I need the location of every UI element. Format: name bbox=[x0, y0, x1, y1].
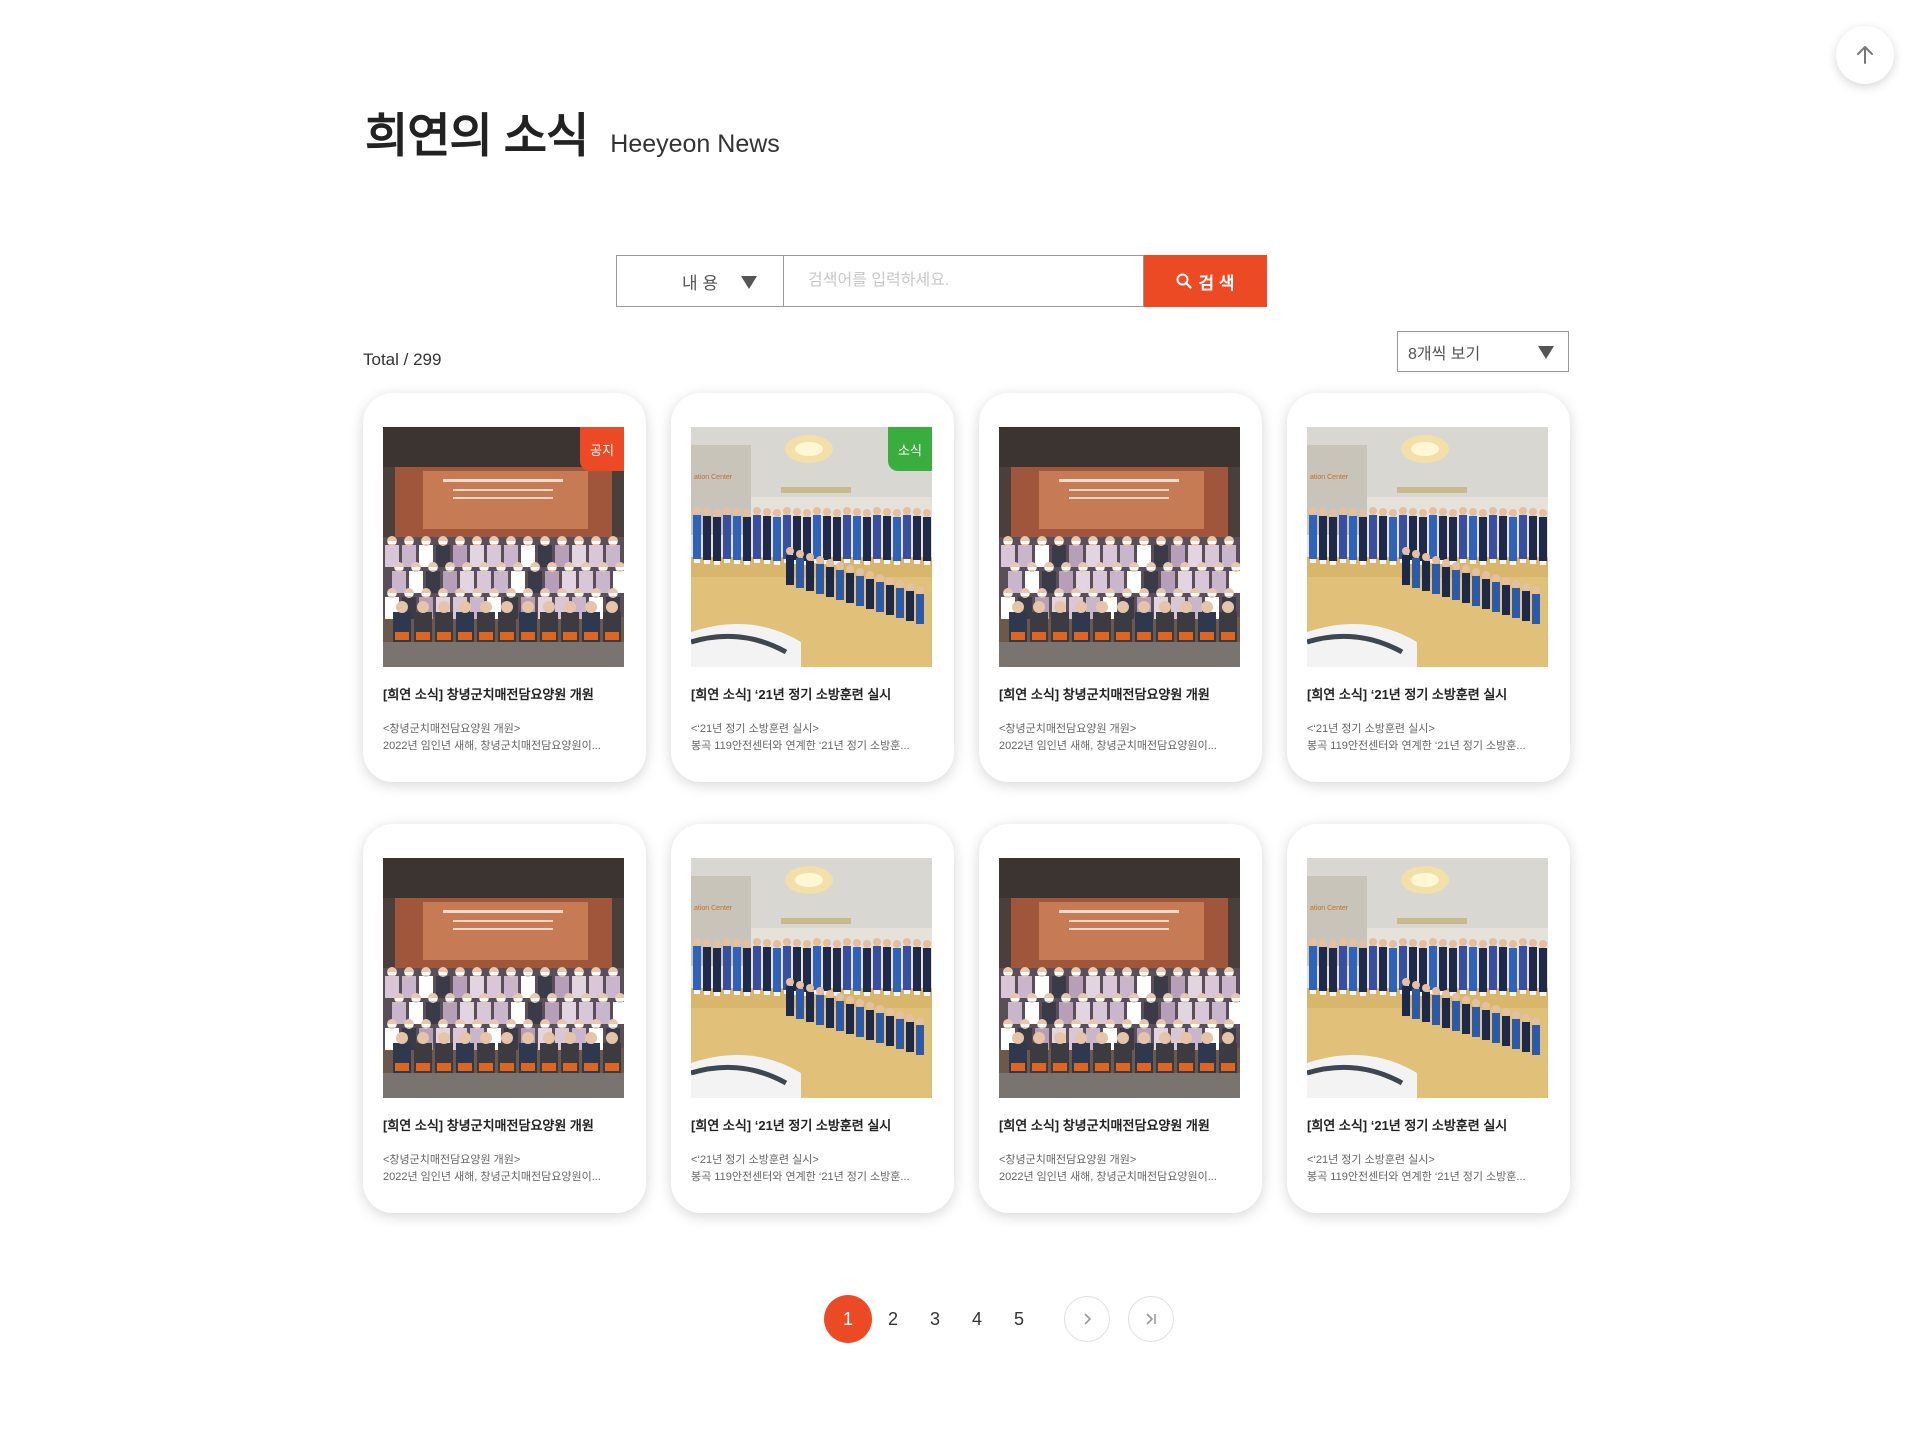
caret-down-icon bbox=[741, 276, 757, 289]
card-excerpt-line: <‘21년 정기 소방훈련 실시> bbox=[1307, 723, 1435, 735]
page-subtitle: Heeyeon News bbox=[610, 130, 780, 158]
page-number[interactable]: 5 bbox=[998, 1294, 1040, 1344]
card-photo bbox=[383, 858, 624, 1098]
search-button[interactable]: 검 색 bbox=[1144, 255, 1267, 307]
card-title: [희연 소식] ‘21년 정기 소방훈련 실시 bbox=[691, 687, 892, 702]
card-excerpt: <‘21년 정기 소방훈련 실시> 봉곡 119안전센터와 연계한 ‘21년 정기… bbox=[691, 1152, 934, 1186]
chevron-right-icon bbox=[1084, 1313, 1092, 1325]
card-title: [희연 소식] ‘21년 정기 소방훈련 실시 bbox=[1307, 1118, 1508, 1133]
card-excerpt-line: 2022년 임인년 새해, 창녕군치매전담요양원이... bbox=[999, 1171, 1217, 1183]
search-field-select[interactable]: 내 용 bbox=[616, 255, 783, 307]
search-field-label: 내 용 bbox=[681, 273, 718, 293]
news-card[interactable]: [희연 소식] 창녕군치매전담요양원 개원 <창녕군치매전담요양원 개원> 2022… bbox=[363, 824, 646, 1213]
card-excerpt-line: <창녕군치매전담요양원 개원> bbox=[999, 1154, 1137, 1166]
page-number[interactable]: 4 bbox=[956, 1294, 998, 1344]
card-thumbnail: ation Center bbox=[1307, 427, 1548, 667]
last-page-icon bbox=[1146, 1313, 1156, 1325]
card-excerpt-line: 2022년 임인년 새해, 창녕군치매전담요양원이... bbox=[383, 740, 601, 752]
pagination: 12345 bbox=[824, 1294, 1174, 1344]
last-page-button[interactable] bbox=[1128, 1296, 1174, 1342]
card-excerpt: <‘21년 정기 소방훈련 실시> 봉곡 119안전센터와 연계한 ‘21년 정기… bbox=[1307, 721, 1550, 755]
search-button-label: 검 색 bbox=[1198, 273, 1235, 293]
card-excerpt: <창녕군치매전담요양원 개원> 2022년 임인년 새해, 창녕군치매전담요양원이… bbox=[383, 1152, 626, 1186]
search-bar: 내 용 검 색 bbox=[616, 255, 1267, 307]
arrow-up-icon bbox=[1857, 46, 1873, 64]
svg-text:ation Center: ation Center bbox=[1310, 474, 1349, 481]
card-photo: ation Center bbox=[1307, 858, 1548, 1098]
page-number[interactable]: 3 bbox=[914, 1294, 956, 1344]
card-excerpt-line: <창녕군치매전담요양원 개원> bbox=[383, 723, 521, 735]
card-title: [희연 소식] 창녕군치매전담요양원 개원 bbox=[383, 1118, 594, 1133]
notice-badge: 공지 bbox=[580, 427, 624, 471]
card-photo bbox=[999, 858, 1240, 1098]
card-excerpt-line: <‘21년 정기 소방훈련 실시> bbox=[691, 1154, 819, 1166]
card-excerpt: <‘21년 정기 소방훈련 실시> 봉곡 119안전센터와 연계한 ‘21년 정기… bbox=[1307, 1152, 1550, 1186]
card-excerpt-line: 2022년 임인년 새해, 창녕군치매전담요양원이... bbox=[383, 1171, 601, 1183]
card-title: [희연 소식] ‘21년 정기 소방훈련 실시 bbox=[1307, 687, 1508, 702]
card-photo bbox=[999, 427, 1240, 667]
caret-down-icon bbox=[1538, 346, 1554, 359]
card-excerpt-line: <‘21년 정기 소방훈련 실시> bbox=[1307, 1154, 1435, 1166]
page-number[interactable]: 2 bbox=[872, 1294, 914, 1344]
card-excerpt-line: 봉곡 119안전센터와 연계한 ‘21년 정기 소방훈... bbox=[1307, 740, 1526, 752]
card-excerpt-line: <‘21년 정기 소방훈련 실시> bbox=[691, 723, 819, 735]
card-thumbnail bbox=[999, 427, 1240, 667]
news-badge: 소식 bbox=[888, 427, 932, 471]
news-card[interactable]: 공지 [희연 소식] 창녕군치매전담요양원 개원 <창녕군치매전담요양원 개원> 20… bbox=[363, 393, 646, 782]
card-excerpt: <‘21년 정기 소방훈련 실시> 봉곡 119안전센터와 연계한 ‘21년 정기… bbox=[691, 721, 934, 755]
svg-text:ation Center: ation Center bbox=[694, 905, 733, 912]
scroll-to-top-button[interactable] bbox=[1836, 26, 1894, 84]
news-card[interactable]: [희연 소식] 창녕군치매전담요양원 개원 <창녕군치매전담요양원 개원> 2022… bbox=[979, 393, 1262, 782]
news-card[interactable]: ation Center [희연 소식] ‘21년 정기 소방훈련 실시 <‘21년… bbox=[671, 824, 954, 1213]
card-title: [희연 소식] ‘21년 정기 소방훈련 실시 bbox=[691, 1118, 892, 1133]
page-number-current[interactable]: 1 bbox=[824, 1295, 872, 1343]
card-title: [희연 소식] 창녕군치매전담요양원 개원 bbox=[999, 1118, 1210, 1133]
news-card[interactable]: ation Center [희연 소식] ‘21년 정기 소방훈련 실시 <‘21년… bbox=[1287, 393, 1570, 782]
card-excerpt-line: 봉곡 119안전센터와 연계한 ‘21년 정기 소방훈... bbox=[691, 740, 910, 752]
card-thumbnail bbox=[999, 858, 1240, 1098]
card-thumbnail: ation Center bbox=[691, 858, 932, 1098]
page-header: 희연의 소식 Heeyeon News bbox=[365, 112, 780, 159]
card-photo: ation Center bbox=[1307, 427, 1548, 667]
per-page-label: 8개씩 보기 bbox=[1408, 345, 1481, 363]
card-excerpt-line: <창녕군치매전담요양원 개원> bbox=[999, 723, 1137, 735]
card-excerpt: <창녕군치매전담요양원 개원> 2022년 임인년 새해, 창녕군치매전담요양원이… bbox=[999, 1152, 1242, 1186]
card-excerpt-line: 봉곡 119안전센터와 연계한 ‘21년 정기 소방훈... bbox=[1307, 1171, 1526, 1183]
next-page-button[interactable] bbox=[1064, 1296, 1110, 1342]
news-card[interactable]: ation Center 소식 [희연 소식] ‘21년 정기 소방훈련 실시 <‘2… bbox=[671, 393, 954, 782]
card-title: [희연 소식] 창녕군치매전담요양원 개원 bbox=[999, 687, 1210, 702]
card-excerpt: <창녕군치매전담요양원 개원> 2022년 임인년 새해, 창녕군치매전담요양원이… bbox=[999, 721, 1242, 755]
per-page-select[interactable]: 8개씩 보기 bbox=[1397, 331, 1569, 372]
card-photo: ation Center bbox=[691, 858, 932, 1098]
svg-text:ation Center: ation Center bbox=[694, 474, 733, 481]
card-title: [희연 소식] 창녕군치매전담요양원 개원 bbox=[383, 687, 594, 702]
total-count: Total / 299 bbox=[363, 350, 442, 369]
card-excerpt-line: <창녕군치매전담요양원 개원> bbox=[383, 1154, 521, 1166]
page-title: 희연의 소식 bbox=[365, 109, 589, 162]
news-card-grid: 공지 [희연 소식] 창녕군치매전담요양원 개원 <창녕군치매전담요양원 개원> 20… bbox=[363, 393, 1570, 1213]
card-thumbnail: 공지 bbox=[383, 427, 624, 667]
page-number-list: 12345 bbox=[824, 1294, 1040, 1344]
search-icon bbox=[1176, 273, 1193, 289]
search-input[interactable] bbox=[783, 255, 1144, 307]
card-excerpt-line: 2022년 임인년 새해, 창녕군치매전담요양원이... bbox=[999, 740, 1217, 752]
card-excerpt: <창녕군치매전담요양원 개원> 2022년 임인년 새해, 창녕군치매전담요양원이… bbox=[383, 721, 626, 755]
card-thumbnail: ation Center bbox=[1307, 858, 1548, 1098]
card-excerpt-line: 봉곡 119안전센터와 연계한 ‘21년 정기 소방훈... bbox=[691, 1171, 910, 1183]
news-card[interactable]: [희연 소식] 창녕군치매전담요양원 개원 <창녕군치매전담요양원 개원> 2022… bbox=[979, 824, 1262, 1213]
svg-text:ation Center: ation Center bbox=[1310, 905, 1349, 912]
card-thumbnail: ation Center 소식 bbox=[691, 427, 932, 667]
card-thumbnail bbox=[383, 858, 624, 1098]
news-card[interactable]: ation Center [희연 소식] ‘21년 정기 소방훈련 실시 <‘21년… bbox=[1287, 824, 1570, 1213]
